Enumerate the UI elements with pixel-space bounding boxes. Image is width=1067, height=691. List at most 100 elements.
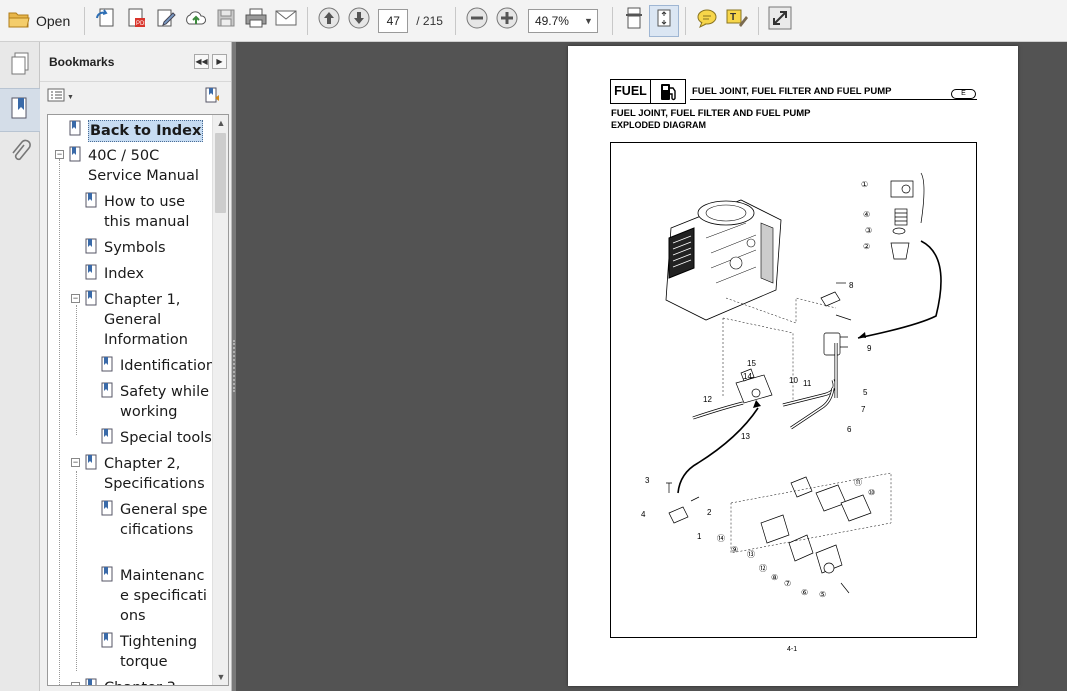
- diagram-callout: 3: [645, 476, 650, 485]
- expand-button[interactable]: [765, 5, 795, 37]
- diagram-callout: ⑤: [819, 590, 826, 599]
- diagram-callout: ①: [861, 180, 868, 189]
- language-badge: E: [951, 89, 976, 99]
- bookmark-general-specifications[interactable]: General specifications: [101, 500, 214, 540]
- diagram-callout: 5: [863, 388, 868, 397]
- scrollbar-thumb[interactable]: [215, 133, 226, 213]
- create-pdf-button[interactable]: [91, 5, 121, 37]
- exploded-diagram: 1 2 3 4 5 6 7 8 9 10 11 12 13 14 15 ① ② ③ ④ ⑤ ⑥ ⑦ ⑧ ⑨ ⑩ ⑪ ⑫ ⑬ ⑭: [610, 142, 977, 638]
- save-button[interactable]: [211, 5, 241, 37]
- diagram-callout: ④: [863, 210, 870, 219]
- diagram-callout: 13: [741, 432, 750, 441]
- diagram-callout: 7: [861, 405, 866, 414]
- collapse-toggle[interactable]: −: [71, 682, 80, 685]
- next-page-button[interactable]: [344, 5, 374, 37]
- scroll-mode-button[interactable]: [619, 5, 649, 37]
- bookmark-safety[interactable]: Safety while working: [101, 382, 214, 422]
- bookmark-special-tools[interactable]: Special tools: [101, 428, 214, 448]
- bookmark-label: Chapter 3: [104, 678, 214, 685]
- exploded-diagram-drawing: 12345678910 1112131415①②③④⑤⑥⑦⑧⑨⑩⑪⑫⑬⑭: [641, 172, 942, 599]
- bookmark-chapter-1[interactable]: Chapter 1, General Information: [85, 290, 214, 350]
- edit-button[interactable]: [151, 5, 181, 37]
- list-options-icon: [47, 88, 65, 107]
- open-label: Open: [36, 12, 71, 29]
- double-chevron-left-icon: ◀◀: [195, 57, 208, 66]
- bookmark-chapter-3[interactable]: Chapter 3: [85, 678, 214, 685]
- scroll-up-arrow-icon[interactable]: ▲: [213, 115, 228, 131]
- print-button[interactable]: [241, 5, 271, 37]
- open-button[interactable]: Open: [0, 5, 78, 37]
- bookmark-symbols[interactable]: Symbols: [85, 238, 214, 258]
- fuel-pump-parts: [735, 368, 773, 404]
- bookmarks-tree: Back to Index − 40C / 50C Service Manual…: [47, 114, 229, 686]
- bookmark-service-manual[interactable]: 40C / 50C Service Manual: [69, 146, 214, 186]
- previous-page-button[interactable]: [314, 5, 344, 37]
- toolbar-separator: [454, 6, 456, 35]
- chevron-right-icon: ▶: [216, 57, 223, 66]
- fuel-joint-parts: [890, 172, 925, 260]
- diagram-callout: ⑫: [759, 564, 767, 573]
- zoom-in-button[interactable]: [492, 5, 522, 37]
- email-button[interactable]: [271, 5, 301, 37]
- page-thumbnails-button[interactable]: [0, 44, 40, 88]
- bookmark-icon: [85, 264, 97, 280]
- diagram-callout: ③: [865, 226, 872, 235]
- fit-page-button[interactable]: [648, 4, 679, 37]
- zoom-level-select[interactable]: 49.7% ▼: [527, 8, 598, 33]
- cloud-upload-button[interactable]: [181, 5, 211, 37]
- page-number-input[interactable]: 47: [378, 8, 409, 33]
- comment-button[interactable]: [692, 5, 722, 37]
- expand-bookmark-button[interactable]: [203, 86, 221, 109]
- collapse-toggle[interactable]: −: [55, 150, 64, 159]
- zoom-out-icon: [465, 6, 489, 35]
- scroll-down-arrow-icon[interactable]: ▼: [213, 669, 228, 685]
- collapse-toggle[interactable]: −: [71, 458, 80, 467]
- document-viewport[interactable]: FUEL FUEL JOINT, FUEL FILTER AND FUEL PU…: [236, 42, 1067, 691]
- bookmark-label: General specifications: [120, 502, 208, 538]
- bookmark-identification[interactable]: Identification: [101, 356, 215, 376]
- bookmark-label: 40C / 50C Service Manual: [88, 148, 199, 184]
- bookmarks-scrollbar[interactable]: ▲ ▼: [212, 115, 228, 685]
- bookmark-maintenance-specifications[interactable]: Maintenance specifications: [101, 566, 214, 626]
- bookmark-how-to-use[interactable]: How to use this manual: [85, 192, 214, 232]
- diagram-callout: 15: [747, 359, 756, 368]
- save-icon: [216, 8, 236, 33]
- next-page-icon: [347, 6, 371, 35]
- attachments-button[interactable]: [0, 132, 40, 176]
- bookmark-index[interactable]: Index: [85, 264, 214, 284]
- svg-text:T: T: [730, 12, 736, 23]
- highlight-text-button[interactable]: T: [722, 5, 752, 37]
- collapse-panel-button[interactable]: ◀◀: [194, 54, 209, 69]
- toolbar-separator: [611, 6, 613, 35]
- diagram-callout: 1: [697, 532, 702, 541]
- toolbar-separator: [307, 6, 309, 35]
- pdf-reader-window: Open PDF 47 / 215 49.7% ▼ T Bookmarks ◀◀…: [0, 0, 1067, 691]
- bookmark-icon: [101, 566, 113, 582]
- export-button[interactable]: PDF: [121, 5, 151, 37]
- previous-page-icon: [317, 6, 341, 35]
- diagram-callout: ⑪: [854, 478, 862, 487]
- bookmark-back-to-index[interactable]: Back to Index: [69, 120, 214, 142]
- bookmark-icon: [85, 238, 97, 254]
- bookmark-label: Back to Index: [88, 120, 204, 142]
- bookmark-icon: [101, 356, 113, 372]
- bookmark-icon: [85, 192, 97, 208]
- diagram-callout: 11: [803, 379, 812, 388]
- page-header-title: FUEL JOINT, FUEL FILTER AND FUEL PUMP: [692, 86, 892, 97]
- splitter-grip[interactable]: [233, 340, 235, 392]
- zoom-out-button[interactable]: [462, 5, 492, 37]
- diagram-callout: 12: [703, 395, 712, 404]
- navigation-pane-rail: [0, 42, 40, 691]
- bookmark-options-button[interactable]: ▼: [47, 88, 74, 107]
- bookmarks-panel-button[interactable]: [0, 88, 40, 132]
- bookmark-icon: [101, 428, 113, 444]
- diagram-callout: 10: [789, 376, 798, 385]
- bookmark-tightening-torque[interactable]: Tightening torque: [101, 632, 214, 672]
- bookmark-chapter-2[interactable]: Chapter 2, Specifications: [85, 454, 214, 494]
- bookmark-icon: [85, 678, 97, 685]
- toolbar-separator: [757, 6, 759, 35]
- collapse-toggle[interactable]: −: [71, 294, 80, 303]
- bookmark-label: How to use this manual: [104, 194, 190, 230]
- panel-options-button[interactable]: ▶: [212, 54, 227, 69]
- bookmark-label: Special tools: [120, 430, 212, 446]
